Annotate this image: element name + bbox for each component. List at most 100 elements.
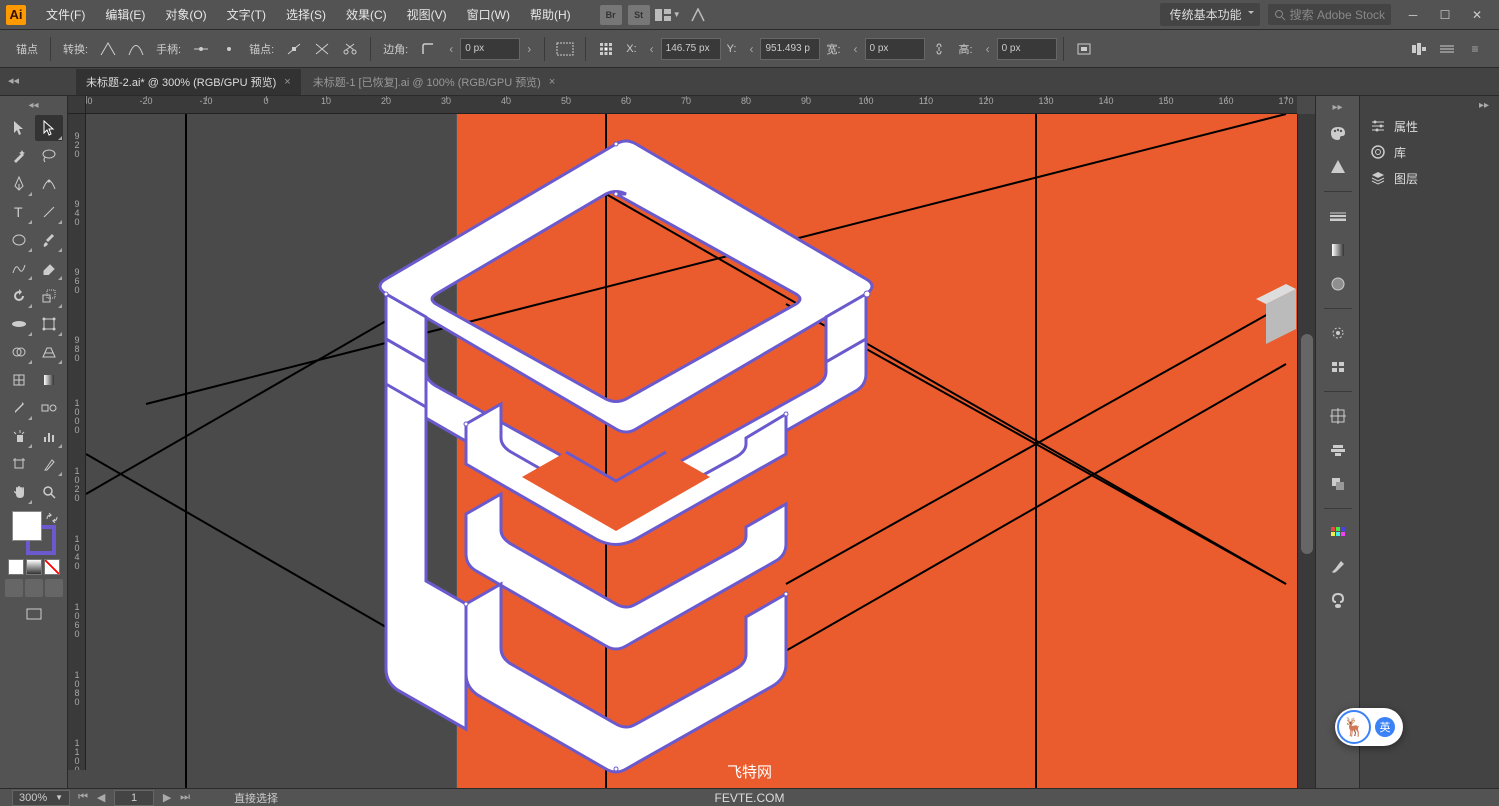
screen-mode-button[interactable] [21,601,47,627]
graphic-styles-icon[interactable] [1323,353,1353,381]
x-input[interactable] [661,38,721,60]
fill-swatch[interactable] [12,511,42,541]
next-artboard-button[interactable]: ▶ [159,790,175,806]
curvature-tool[interactable] [35,171,63,197]
selected-artwork[interactable] [316,114,916,788]
shaper-tool[interactable] [5,255,33,281]
ime-language-toggle[interactable]: 英 [1375,717,1395,737]
swap-fill-stroke-icon[interactable] [45,513,59,523]
blend-tool[interactable] [35,395,63,421]
align-panel-icon[interactable] [1323,436,1353,464]
menu-select[interactable]: 选择(S) [276,0,336,30]
panel-collapse-icon[interactable]: ▸▸ [1479,100,1489,111]
first-artboard-button[interactable]: ⏮ [75,790,91,806]
menu-file[interactable]: 文件(F) [36,0,95,30]
window-maximize[interactable]: ☐ [1431,5,1459,25]
none-mode-button[interactable] [44,559,60,575]
w-input[interactable] [865,38,925,60]
h-input[interactable] [997,38,1057,60]
x-dec[interactable]: ‹ [643,42,661,56]
draw-behind-button[interactable] [25,579,43,597]
gradient-panel-icon[interactable] [1323,236,1353,264]
draw-normal-button[interactable] [5,579,23,597]
perspective-tool[interactable] [35,339,63,365]
workspace-switcher[interactable]: 传统基本功能 [1160,3,1260,26]
eraser-tool[interactable] [35,255,63,281]
bridge-button[interactable]: Br [600,5,622,25]
prev-artboard-button[interactable]: ◀ [93,790,109,806]
close-icon[interactable]: × [549,76,555,88]
panel-libraries[interactable]: 库 [1360,139,1499,165]
type-tool[interactable]: T [5,199,33,225]
magic-wand-tool[interactable] [5,143,33,169]
y-input[interactable] [760,38,820,60]
stroke-panel-icon[interactable] [1323,202,1353,230]
mesh-tool[interactable] [5,367,33,393]
color-guide-icon[interactable] [1323,153,1353,181]
paintbrush-tool[interactable] [35,227,63,253]
artboard-tool[interactable] [5,451,33,477]
gpu-button[interactable] [685,4,711,26]
zoom-field[interactable]: 300%▼ [12,790,70,806]
ruler-origin[interactable] [68,96,86,114]
transparency-panel-icon[interactable] [1323,270,1353,298]
zoom-tool[interactable] [35,479,63,505]
remove-anchor-button[interactable] [281,36,307,62]
artboard-number-field[interactable]: 1 [114,790,154,806]
dock-collapse-icon[interactable]: ▸▸ [1332,102,1342,113]
panel-properties[interactable]: 属性 [1360,113,1499,139]
draw-inside-button[interactable] [45,579,63,597]
transform-panel-icon[interactable] [1323,402,1353,430]
align-panel-button[interactable] [1406,36,1432,62]
color-panel-icon[interactable] [1323,119,1353,147]
free-transform-tool[interactable] [35,311,63,337]
eyedropper-tool[interactable] [5,395,33,421]
menu-view[interactable]: 视图(V) [397,0,457,30]
menu-window[interactable]: 窗口(W) [457,0,520,30]
symbols-panel-icon[interactable] [1323,587,1353,615]
scrollbar-vertical[interactable] [1297,114,1315,788]
window-minimize[interactable]: ─ [1399,5,1427,25]
transform-panel-button[interactable] [1434,36,1460,62]
convert-smooth-button[interactable] [123,36,149,62]
stock-button[interactable]: St [628,5,650,25]
selection-tool[interactable] [5,115,33,141]
ime-badge[interactable]: 🦌 英 [1335,708,1403,746]
menu-object[interactable]: 对象(O) [155,0,216,30]
scroll-thumb[interactable] [1301,334,1313,554]
gradient-mode-button[interactable] [26,559,42,575]
ref-point-widget[interactable] [593,36,619,62]
control-menu-button[interactable]: ≡ [1462,36,1488,62]
line-tool[interactable] [35,199,63,225]
swatches-panel-icon[interactable] [1323,519,1353,547]
menu-edit[interactable]: 编辑(E) [95,0,155,30]
scale-tool[interactable] [35,283,63,309]
align-to-button[interactable] [552,36,578,62]
panel-layers[interactable]: 图层 [1360,165,1499,191]
rotate-tool[interactable] [5,283,33,309]
close-icon[interactable]: × [284,76,290,88]
shape-builder-tool[interactable] [5,339,33,365]
h-dec[interactable]: ‹ [979,42,997,56]
corner-input[interactable] [460,38,520,60]
doc-tab-active[interactable]: 未标题-2.ai* @ 300% (RGB/GPU 预览) × [76,69,301,95]
search-stock[interactable]: 搜索 Adobe Stock [1268,4,1391,25]
lasso-tool[interactable] [35,143,63,169]
brushes-panel-icon[interactable] [1323,553,1353,581]
arrange-docs-button[interactable]: ▼ [655,4,681,26]
corner-dec[interactable]: ‹ [442,42,460,56]
cut-path-button[interactable] [337,36,363,62]
corner-type-button[interactable] [415,36,441,62]
hide-handles-button[interactable] [216,36,242,62]
direct-selection-tool[interactable] [35,115,63,141]
connect-anchor-button[interactable] [309,36,335,62]
y-dec[interactable]: ‹ [742,42,760,56]
show-handles-button[interactable] [188,36,214,62]
link-wh-button[interactable] [926,36,952,62]
graph-tool[interactable] [35,423,63,449]
canvas[interactable] [86,114,1297,788]
gradient-tool[interactable] [35,367,63,393]
slice-tool[interactable] [35,451,63,477]
menu-effect[interactable]: 效果(C) [336,0,397,30]
doc-tab-inactive[interactable]: 未标题-1 [已恢复].ai @ 100% (RGB/GPU 预览) × [303,69,566,95]
